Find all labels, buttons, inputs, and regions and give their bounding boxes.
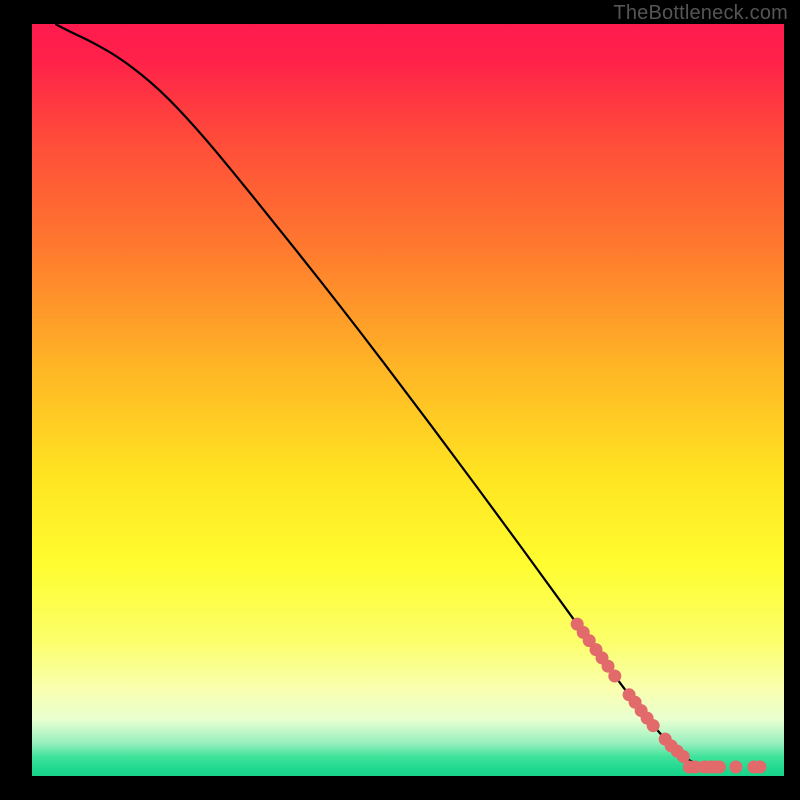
chart-frame: TheBottleneck.com: [0, 0, 800, 800]
data-point: [647, 719, 660, 732]
data-point: [729, 760, 742, 773]
chart-svg: [32, 24, 784, 776]
gradient-bg: [32, 24, 784, 776]
data-point: [713, 760, 726, 773]
plot-area: [32, 24, 784, 776]
data-point: [753, 760, 766, 773]
watermark-label: TheBottleneck.com: [613, 2, 788, 25]
data-point: [608, 669, 621, 682]
